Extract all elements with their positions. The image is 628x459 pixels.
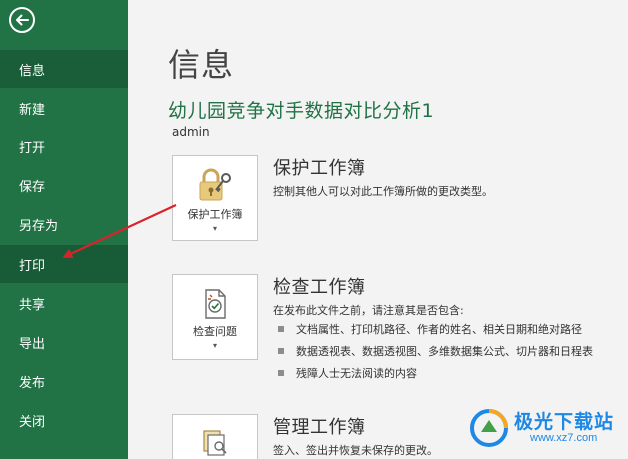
nav-item-info[interactable]: 信息	[0, 50, 128, 88]
manage-workbook-description: 签入、签出并恢复未保存的更改。	[273, 444, 438, 457]
protect-workbook-label: 保护工作簿	[187, 208, 243, 221]
info-pane: 信息 幼儿园竞争对手数据对比分析1 admin 保护工作簿 ▾ 保护工作簿 控制…	[128, 0, 628, 459]
bullet-text: 残障人士无法阅读的内容	[296, 367, 417, 380]
protect-workbook-heading: 保护工作簿	[273, 158, 366, 179]
manage-workbook-button[interactable]	[172, 414, 258, 459]
inspect-document-icon	[205, 289, 226, 319]
nav-item-close[interactable]: 关闭	[0, 401, 128, 439]
chevron-down-icon: ▾	[212, 224, 217, 233]
manage-workbook-icon	[203, 430, 227, 456]
backstage-sidebar: 信息 新建 打开 保存 另存为 打印 共享 导出 发布 关闭	[0, 0, 128, 459]
nav-item-save-as[interactable]: 另存为	[0, 205, 128, 243]
document-path: admin	[172, 125, 210, 139]
chevron-down-icon: ▾	[212, 341, 217, 350]
list-item: 残障人士无法阅读的内容	[278, 365, 417, 381]
nav-item-open[interactable]: 打开	[0, 127, 128, 165]
watermark: 极光下载站 www.xz7.com	[468, 405, 620, 453]
inspect-workbook-description: 在发布此文件之前，请注意其是否包含:	[273, 304, 464, 317]
site-logo-icon	[470, 409, 508, 447]
check-for-issues-label: 检查问题	[193, 325, 237, 338]
list-item: 数据透视表、数据透视图、多维数据集公式、切片器和日程表	[278, 343, 593, 359]
document-title: 幼儿园竞争对手数据对比分析1	[168, 100, 435, 122]
nav-item-new[interactable]: 新建	[0, 89, 128, 127]
bullet-text: 数据透视表、数据透视图、多维数据集公式、切片器和日程表	[296, 345, 593, 358]
bullet-icon	[278, 326, 284, 332]
bullet-icon	[278, 348, 284, 354]
inspect-workbook-heading: 检查工作簿	[273, 277, 366, 298]
protect-workbook-button[interactable]: 保护工作簿 ▾	[172, 155, 258, 241]
manage-workbook-heading: 管理工作簿	[273, 417, 366, 438]
watermark-text: 极光下载站	[514, 411, 615, 433]
lock-key-icon	[199, 168, 231, 201]
protect-workbook-description: 控制其他人可以对此工作簿所做的更改类型。	[273, 185, 493, 198]
nav-item-print[interactable]: 打印	[0, 245, 128, 283]
check-for-issues-button[interactable]: 检查问题 ▾	[172, 274, 258, 360]
watermark-url: www.xz7.com	[530, 432, 598, 444]
back-arrow-icon	[16, 14, 29, 26]
bullet-icon	[278, 370, 284, 376]
page-title: 信息	[168, 46, 235, 84]
nav-item-export[interactable]: 导出	[0, 323, 128, 361]
back-button[interactable]	[9, 7, 35, 33]
nav-item-share[interactable]: 共享	[0, 284, 128, 322]
nav-item-publish[interactable]: 发布	[0, 362, 128, 400]
bullet-text: 文档属性、打印机路径、作者的姓名、相关日期和绝对路径	[296, 323, 582, 336]
list-item: 文档属性、打印机路径、作者的姓名、相关日期和绝对路径	[278, 321, 582, 337]
nav-item-save[interactable]: 保存	[0, 166, 128, 204]
